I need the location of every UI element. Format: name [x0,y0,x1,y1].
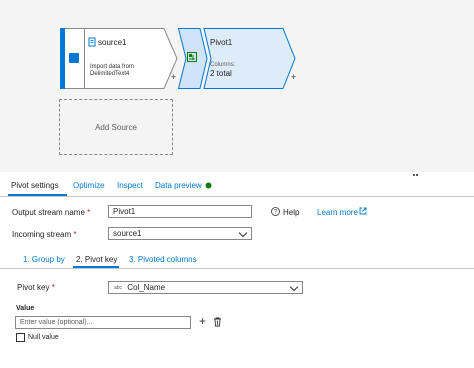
tab-optimize[interactable]: Optimize [73,181,105,190]
tabs-divider [0,196,474,197]
source-node-title: source1 [98,38,127,47]
source-node[interactable]: source1 Import data from DelimitedText4 … [60,28,178,89]
required-marker: * [87,208,91,217]
pivot-node-title: Pivot1 [210,38,233,47]
pivot-key-value: Col_Name [127,283,166,292]
source-add-transform-button[interactable]: + [171,72,176,82]
null-value-label: Null value [28,334,59,341]
tab-data-preview[interactable]: Data preview [155,181,202,190]
add-value-button[interactable]: + [199,314,206,328]
value-label: Value [16,305,35,312]
source-node-subtitle-2: DelimitedText4 [90,71,130,77]
help-link[interactable]: Help [283,208,299,217]
required-marker: * [51,283,55,292]
pivot-icon [187,52,197,62]
tab-inspect[interactable]: Inspect [117,181,143,190]
external-link-icon [359,207,367,215]
subtab-pivoted-columns[interactable]: 3. Pivoted columns [129,255,197,264]
output-stream-label-text: Output stream name [12,208,85,217]
string-type-icon: abc [114,285,123,291]
pivot-node[interactable]: Pivot1 Columns: 2 total + [178,28,296,89]
null-value-checkbox[interactable] [16,333,25,342]
drag-handle-icon[interactable] [413,174,418,179]
source-node-icon-strip [65,28,84,89]
subtab-pivot-key[interactable]: 2. Pivot key [76,255,117,264]
add-source-label: Add Source [95,122,137,132]
chevron-down-icon [289,282,299,292]
trash-icon[interactable] [213,317,222,327]
output-stream-name-input[interactable]: Pivot1 [108,205,252,218]
subtab-group-by[interactable]: 1. Group by [23,255,65,264]
data-preview-status-icon [205,182,212,189]
settings-tabs: Pivot settings Optimize Inspect Data pre… [0,173,474,195]
incoming-stream-label: Incoming stream * [12,230,77,239]
pivot-key-label-text: Pivot key [17,283,50,292]
subtabs-divider [0,268,474,269]
required-marker: * [73,230,77,239]
incoming-stream-select[interactable]: source1 [108,227,252,240]
pivot-node-columns-value: 2 total [210,69,232,78]
source-icon [69,53,79,63]
incoming-stream-value: source1 [113,229,142,238]
pivot-node-columns-label: Columns: [210,62,236,68]
value-input[interactable]: Enter value (optional)... [15,316,191,329]
learn-more-link[interactable]: Learn more [317,208,358,217]
incoming-stream-label-text: Incoming stream [12,230,72,239]
tab-pivot-settings[interactable]: Pivot settings [11,181,59,190]
pivot-key-select[interactable]: abc Col_Name [108,281,303,294]
source-node-subtitle-1: Import data from [90,64,135,70]
output-stream-label: Output stream name * [12,208,90,217]
pivot-key-label: Pivot key * [17,283,55,292]
help-icon[interactable]: ? [271,207,280,216]
chevron-down-icon [238,228,248,238]
pivot-add-transform-button[interactable]: + [291,72,296,82]
add-source-button[interactable]: Add Source [59,99,173,155]
